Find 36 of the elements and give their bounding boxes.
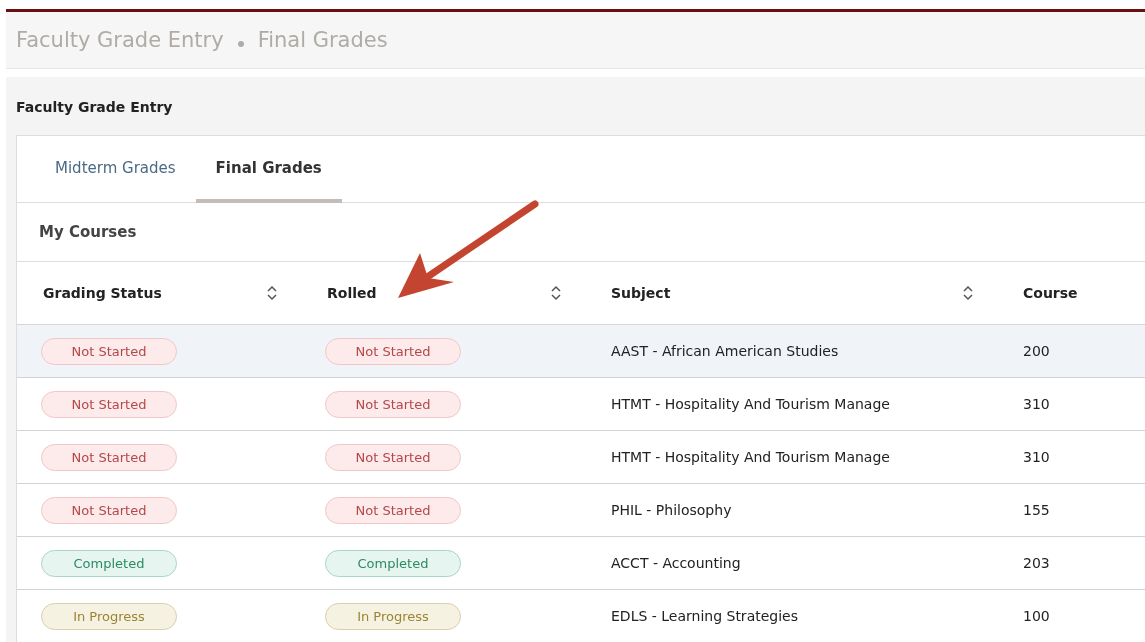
column-header: Course xyxy=(1023,285,1078,301)
table-cell-text: 155 xyxy=(1022,502,1051,518)
table-cell-text: AAST - African American Studies xyxy=(610,343,840,359)
table-cell-text: PHIL - Philosophy xyxy=(610,502,733,518)
separator-icon xyxy=(237,41,244,47)
status-badge: In Progress xyxy=(41,602,177,630)
tab[interactable]: Midterm Grades xyxy=(35,136,196,203)
table-row[interactable]: Not Started Not Started AAST - African American Studies 200 xyxy=(17,325,1145,378)
status-badge: Not Started xyxy=(41,390,177,418)
status-badge: Not Started xyxy=(325,337,461,365)
status-badge: Not Started xyxy=(325,443,461,471)
status-badge: Completed xyxy=(325,549,461,577)
status-badge: Completed xyxy=(41,549,177,577)
column-header: Rolled xyxy=(327,285,377,301)
table-cell-text: EDLS - Learning Strategies xyxy=(610,608,799,624)
status-badge: Not Started xyxy=(41,496,177,524)
section-title: Faculty Grade Entry xyxy=(16,98,174,117)
tab[interactable]: Final Grades xyxy=(195,136,342,203)
sort-icon[interactable] xyxy=(267,285,277,301)
table-cell-text: HTMT - Hospitality And Tourism Manage xyxy=(610,449,891,465)
table-cell-text: HTMT - Hospitality And Tourism Manage xyxy=(610,396,891,412)
table-cell-text: 310 xyxy=(1022,449,1051,465)
table-cell-text: 100 xyxy=(1022,608,1051,624)
status-badge: Not Started xyxy=(41,337,177,365)
table-cell-text: 310 xyxy=(1022,396,1051,412)
column-header: Subject xyxy=(611,285,671,301)
sort-icon[interactable] xyxy=(963,285,973,301)
table-cell-text: 200 xyxy=(1022,343,1051,359)
column-header: Grading Status xyxy=(43,285,162,301)
table-cell-text: 203 xyxy=(1022,555,1051,571)
table-cell-text: ACCT - Accounting xyxy=(610,555,742,571)
status-badge: Not Started xyxy=(41,443,177,471)
sort-icon[interactable] xyxy=(551,285,561,301)
status-badge: In Progress xyxy=(325,602,461,630)
status-badge: Not Started xyxy=(325,390,461,418)
status-badge: Not Started xyxy=(325,496,461,524)
